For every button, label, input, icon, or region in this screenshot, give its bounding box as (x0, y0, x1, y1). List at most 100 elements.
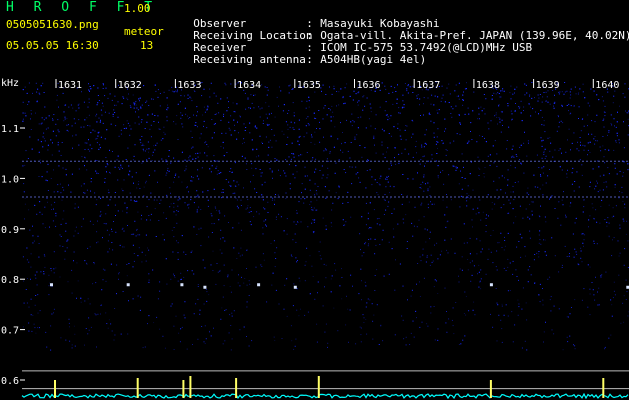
noise-pixel (405, 139, 407, 141)
noise-pixel (521, 347, 523, 349)
noise-pixel (263, 120, 264, 122)
noise-pixel (332, 111, 334, 113)
noise-pixel (496, 165, 498, 167)
noise-pixel (426, 323, 428, 325)
noise-pixel (419, 163, 421, 165)
noise-pixel (508, 199, 510, 201)
noise-pixel (399, 112, 401, 114)
noise-pixel (84, 119, 86, 121)
noise-pixel (240, 199, 242, 201)
noise-pixel (148, 215, 150, 216)
noise-pixel (543, 120, 545, 122)
noise-pixel (285, 192, 287, 194)
noise-pixel (452, 165, 454, 167)
noise-pixel (175, 90, 177, 92)
noise-pixel (145, 150, 146, 152)
noise-pixel (334, 126, 336, 128)
noise-pixel (589, 181, 591, 183)
noise-pixel (123, 124, 125, 126)
noise-pixel (184, 170, 186, 172)
noise-pixel (319, 241, 321, 243)
noise-pixel (452, 108, 454, 110)
noise-pixel (263, 259, 265, 261)
noise-pixel (503, 314, 505, 316)
noise-pixel (477, 273, 478, 275)
noise-pixel (211, 232, 213, 233)
noise-pixel (157, 115, 159, 117)
noise-pixel (126, 208, 128, 210)
noise-pixel (143, 145, 145, 146)
noise-pixel (164, 133, 166, 135)
noise-pixel (542, 304, 544, 306)
noise-pixel (607, 217, 609, 219)
noise-pixel (562, 349, 564, 351)
noise-pixel (120, 333, 122, 335)
noise-pixel (310, 142, 312, 143)
noise-pixel (118, 135, 120, 137)
noise-pixel (273, 336, 275, 338)
noise-pixel (100, 214, 102, 216)
noise-pixel (270, 243, 272, 244)
noise-pixel (514, 110, 516, 112)
noise-pixel (31, 330, 33, 332)
noise-pixel (127, 122, 129, 124)
noise-pixel (264, 181, 266, 183)
noise-pixel (183, 314, 185, 316)
noise-pixel (113, 339, 115, 341)
noise-pixel (416, 283, 417, 285)
noise-pixel (346, 83, 348, 85)
noise-pixel (509, 290, 511, 291)
noise-pixel (290, 325, 292, 327)
noise-pixel (196, 196, 198, 198)
noise-pixel (543, 153, 545, 155)
noise-pixel (142, 148, 144, 150)
noise-pixel (148, 273, 150, 275)
noise-pixel (147, 247, 148, 249)
noise-pixel (103, 84, 104, 86)
date-time: 05.05.05 16:30 (6, 39, 99, 52)
noise-pixel (274, 158, 276, 159)
noise-pixel (145, 180, 147, 182)
noise-pixel (412, 320, 414, 322)
noise-pixel (458, 98, 460, 100)
noise-pixel (419, 187, 421, 188)
noise-pixel (605, 181, 607, 183)
noise-pixel (558, 126, 560, 128)
noise-pixel (325, 277, 327, 279)
noise-pixel (276, 196, 278, 198)
noise-pixel (501, 328, 503, 330)
noise-pixel (506, 140, 508, 141)
noise-pixel (592, 289, 594, 291)
noise-pixel (124, 202, 126, 204)
noise-pixel (549, 169, 550, 170)
noise-pixel (228, 101, 229, 103)
noise-pixel (557, 217, 559, 219)
noise-pixel (30, 129, 32, 130)
noise-pixel (46, 346, 48, 348)
noise-pixel (166, 116, 168, 118)
noise-pixel (176, 115, 178, 117)
noise-pixel (401, 315, 403, 317)
noise-pixel (445, 149, 447, 150)
noise-pixel (337, 330, 339, 332)
noise-pixel (320, 258, 322, 260)
noise-pixel (537, 94, 539, 96)
noise-pixel (507, 315, 509, 317)
noise-pixel (581, 164, 583, 166)
noise-pixel (529, 266, 531, 268)
noise-pixel (93, 85, 95, 87)
noise-pixel (399, 129, 401, 131)
noise-pixel (327, 342, 329, 344)
noise-pixel (148, 249, 150, 251)
noise-pixel (49, 282, 51, 284)
noise-pixel (305, 107, 307, 109)
noise-pixel (513, 199, 515, 201)
noise-pixel (328, 160, 330, 162)
noise-pixel (483, 108, 485, 110)
noise-pixel (221, 132, 223, 134)
noise-pixel (434, 244, 435, 246)
noise-pixel (63, 210, 65, 212)
noise-pixel (83, 126, 85, 128)
info-value: A504HB(yagi 4el) (320, 53, 427, 66)
noise-pixel (436, 280, 437, 282)
